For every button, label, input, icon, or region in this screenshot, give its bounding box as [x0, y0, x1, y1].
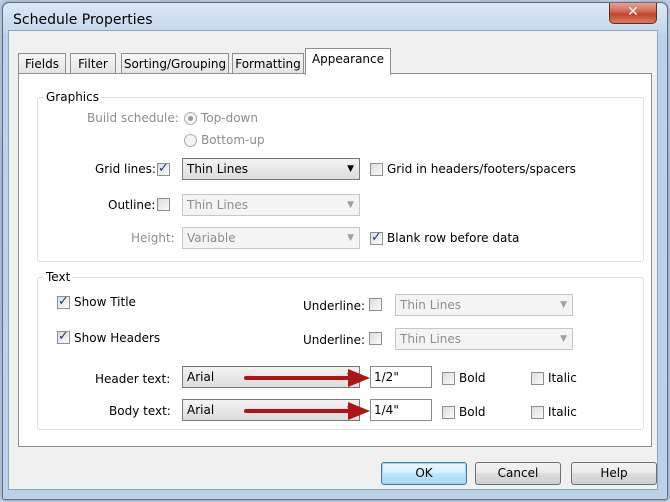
dropdown-arrow-icon: ▼ — [347, 405, 354, 415]
help-button[interactable]: Help — [571, 462, 657, 485]
underline-title-label: Underline: — [303, 299, 366, 313]
graphics-legend: Graphics — [44, 90, 101, 104]
body-font-dropdown[interactable]: Arial ▼ — [182, 399, 360, 421]
show-title-label: Show Title — [74, 295, 136, 309]
tab-filter[interactable]: Filter — [70, 53, 116, 73]
underline-title-value: Thin Lines — [400, 298, 461, 312]
grid-lines-value: Thin Lines — [187, 162, 248, 176]
header-bold-checkbox[interactable] — [442, 372, 455, 385]
body-italic-label: Italic — [548, 405, 577, 419]
header-text-label: Header text: — [95, 372, 171, 386]
top-down-label: Top-down — [201, 111, 258, 125]
top-down-radio[interactable] — [184, 112, 197, 125]
outline-label: Outline: — [108, 198, 156, 212]
close-button[interactable]: ✕ — [609, 3, 657, 24]
dialog-title: Schedule Properties — [13, 12, 153, 28]
dropdown-arrow-icon: ▼ — [347, 164, 354, 174]
body-italic-checkbox[interactable] — [531, 406, 544, 419]
height-dropdown[interactable]: Variable ▼ — [182, 227, 360, 249]
outline-dropdown[interactable]: Thin Lines ▼ — [182, 194, 360, 216]
underline-headers-label: Underline: — [303, 333, 366, 347]
cancel-button[interactable]: Cancel — [475, 462, 561, 485]
header-italic-label: Italic — [548, 371, 577, 385]
tab-fields[interactable]: Fields — [18, 53, 66, 73]
build-schedule-label: Build schedule: — [87, 111, 179, 125]
blank-row-checkbox[interactable] — [370, 230, 383, 245]
grid-lines-checkbox[interactable] — [157, 161, 170, 176]
dropdown-arrow-icon: ▼ — [560, 300, 567, 310]
body-bold-checkbox[interactable] — [442, 406, 455, 419]
height-value: Variable — [187, 231, 236, 245]
underline-title-dropdown[interactable]: Thin Lines ▼ — [395, 294, 573, 316]
close-icon: ✕ — [627, 4, 639, 20]
dropdown-arrow-icon: ▼ — [560, 334, 567, 344]
header-size-input[interactable]: 1/2" — [370, 366, 432, 388]
underline-title-checkbox[interactable] — [369, 298, 382, 311]
show-title-checkbox[interactable] — [57, 294, 70, 309]
dropdown-arrow-icon: ▼ — [347, 372, 354, 382]
header-font-value: Arial — [187, 370, 215, 384]
body-size-input[interactable]: 1/4" — [370, 399, 432, 421]
header-bold-label: Bold — [459, 371, 486, 385]
show-headers-label: Show Headers — [74, 331, 161, 345]
grid-in-headers-label: Grid in headers/footers/spacers — [387, 162, 576, 176]
height-label: Height: — [131, 231, 175, 245]
grid-lines-dropdown[interactable]: Thin Lines ▼ — [182, 158, 360, 180]
text-legend: Text — [44, 270, 73, 284]
body-bold-label: Bold — [459, 405, 486, 419]
blank-row-label: Blank row before data — [387, 231, 520, 245]
dropdown-arrow-icon: ▼ — [347, 233, 354, 243]
bottom-up-radio[interactable] — [184, 134, 197, 147]
header-italic-checkbox[interactable] — [531, 372, 544, 385]
ok-button[interactable]: OK — [381, 462, 467, 485]
underline-headers-checkbox[interactable] — [369, 332, 382, 345]
tab-appearance[interactable]: Appearance — [305, 48, 391, 75]
body-font-value: Arial — [187, 403, 215, 417]
body-text-label: Body text: — [109, 404, 171, 418]
underline-headers-value: Thin Lines — [400, 332, 461, 346]
outline-checkbox[interactable] — [157, 198, 170, 211]
dropdown-arrow-icon: ▼ — [347, 200, 354, 210]
tab-sorting-grouping[interactable]: Sorting/Grouping — [121, 53, 229, 73]
show-headers-checkbox[interactable] — [57, 329, 70, 344]
outline-value: Thin Lines — [187, 198, 248, 212]
grid-in-headers-checkbox[interactable] — [370, 163, 383, 176]
tab-formatting[interactable]: Formatting — [232, 53, 304, 73]
header-font-dropdown[interactable]: Arial ▼ — [182, 366, 360, 388]
bottom-up-label: Bottom-up — [201, 133, 265, 147]
grid-lines-label: Grid lines: — [95, 162, 156, 176]
underline-headers-dropdown[interactable]: Thin Lines ▼ — [395, 328, 573, 350]
